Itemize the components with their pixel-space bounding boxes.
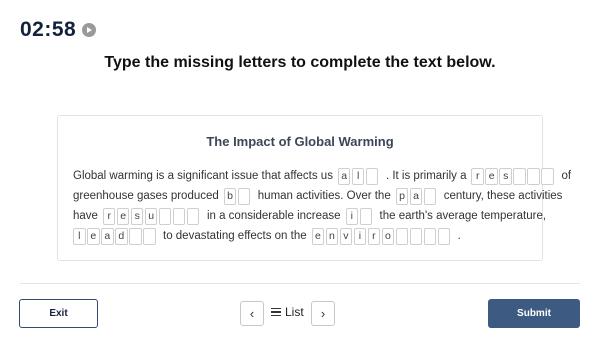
letter-input-box[interactable] <box>129 227 142 245</box>
given-letter-box: l <box>351 167 365 185</box>
given-letter-box: i <box>345 207 359 225</box>
letter-input-box[interactable] <box>158 207 172 225</box>
timer: 02:58 <box>20 18 97 42</box>
chevron-right-icon: › <box>320 306 326 321</box>
word-blank-group: al <box>337 167 380 185</box>
timer-text: 02:58 <box>20 18 77 41</box>
word-blank-group: resu <box>102 207 201 225</box>
passage-text: greenhouse gases produced <box>73 190 219 202</box>
footer-divider <box>20 283 580 284</box>
list-button[interactable]: List <box>271 305 304 319</box>
exit-button[interactable]: Exit <box>19 299 98 328</box>
word-blank-group: res <box>471 167 555 185</box>
given-letter-box: s <box>499 167 512 185</box>
passage-title: The Impact of Global Warming <box>206 134 394 149</box>
passage-line: greenhouse gases produced b human activiti… <box>73 187 567 205</box>
passage-text: have <box>73 210 98 222</box>
letter-input-box[interactable] <box>409 227 423 245</box>
given-letter-box: e <box>116 207 130 225</box>
given-letter-box: a <box>101 227 114 245</box>
letter-input-box[interactable] <box>513 167 526 185</box>
passage-card: The Impact of Global Warming Global warm… <box>57 115 571 261</box>
word-blank-group: b <box>223 187 252 205</box>
given-letter-box: r <box>102 207 116 225</box>
passage-text: of <box>561 170 572 182</box>
letter-input-box[interactable] <box>423 227 437 245</box>
given-letter-box: v <box>339 227 353 245</box>
letter-input-box[interactable] <box>423 187 437 205</box>
given-letter-box: e <box>311 227 325 245</box>
play-icon[interactable] <box>82 23 97 37</box>
passage-text: the earth's average temperature, <box>379 210 547 222</box>
given-letter-box: n <box>325 227 339 245</box>
given-letter-box: l <box>73 227 86 245</box>
given-letter-box: b <box>223 187 237 205</box>
passage-text: . It is primarily a <box>385 170 467 182</box>
instruction-heading: Type the missing letters to complete the… <box>104 54 496 71</box>
given-letter-box: s <box>130 207 144 225</box>
letter-input-box[interactable] <box>143 227 156 245</box>
next-button[interactable]: › <box>311 301 335 326</box>
submit-button[interactable]: Submit <box>488 299 580 328</box>
given-letter-box: a <box>409 187 423 205</box>
passage-line: l e a d to devastating effects on the e n v i r o. <box>73 227 466 245</box>
letter-input-box[interactable] <box>237 187 251 205</box>
given-letter-box: r <box>471 167 484 185</box>
passage-line: have r e s u in a considerable increase i the e… <box>73 207 551 225</box>
letter-input-box[interactable] <box>541 167 554 185</box>
letter-input-box[interactable] <box>365 167 379 185</box>
passage-text: . <box>457 230 461 242</box>
passage-text: human activities. Over the <box>257 190 391 202</box>
letter-input-box[interactable] <box>186 207 200 225</box>
prev-button[interactable]: ‹ <box>240 301 264 326</box>
given-letter-box: i <box>353 227 367 245</box>
given-letter-box: a <box>337 167 351 185</box>
passage-text: century, these activities <box>443 190 563 202</box>
letter-input-box[interactable] <box>359 207 373 225</box>
letter-input-box[interactable] <box>527 167 540 185</box>
letter-input-box[interactable] <box>395 227 409 245</box>
list-label: List <box>285 305 304 319</box>
word-blank-group: pa <box>395 187 438 205</box>
passage-text: to devastating effects on the <box>163 230 307 242</box>
word-blank-group: enviro <box>311 227 452 245</box>
given-letter-box: d <box>115 227 128 245</box>
passage-text: Global warming is a significant issue th… <box>73 170 333 182</box>
given-letter-box: u <box>144 207 158 225</box>
list-icon <box>271 308 281 316</box>
given-letter-box: o <box>381 227 395 245</box>
chevron-left-icon: ‹ <box>249 306 255 321</box>
word-blank-group: lead <box>73 227 157 245</box>
passage-line: Global warming is a significant issue th… <box>73 167 576 185</box>
given-letter-box: e <box>87 227 100 245</box>
letter-input-box[interactable] <box>172 207 186 225</box>
passage-text: in a considerable increase <box>206 210 341 222</box>
given-letter-box: p <box>395 187 409 205</box>
given-letter-box: e <box>485 167 498 185</box>
letter-input-box[interactable] <box>437 227 451 245</box>
word-blank-group: i <box>345 207 374 225</box>
given-letter-box: r <box>367 227 381 245</box>
